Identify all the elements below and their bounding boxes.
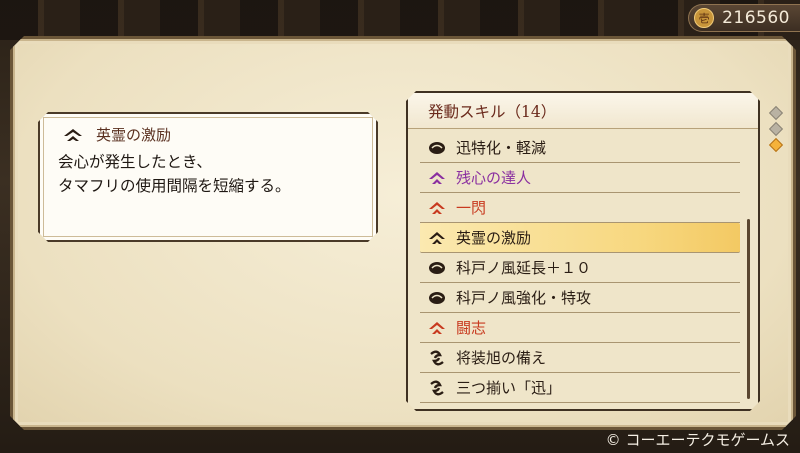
skill-list-item[interactable]: 科戸ノ風強化・特攻 — [420, 283, 740, 313]
skill-list-item-label: 闘志 — [456, 319, 487, 337]
background-wall — [0, 0, 800, 40]
skill-list-item-label: 科戸ノ風強化・特攻 — [456, 289, 592, 307]
skill-list-item-label: 英霊の激励 — [456, 229, 532, 247]
money-amount: 216560 — [722, 8, 790, 28]
skill-list-item[interactable]: 一閃 — [420, 193, 740, 223]
page-dot-active — [768, 137, 784, 153]
chevron-skill-icon — [62, 127, 84, 143]
skill-description-title: 英霊の激励 — [62, 124, 171, 145]
skill-list-item[interactable]: 英霊の激励 — [420, 223, 740, 253]
page-dot — [768, 105, 784, 121]
chevron-skill-icon — [428, 200, 456, 216]
skill-list-item[interactable]: 残心の達人 — [420, 163, 740, 193]
skill-list-item-label: 残心の達人 — [456, 169, 532, 187]
chevron-skill-icon — [428, 320, 456, 336]
coin-icon: 壱 — [694, 8, 715, 28]
magatama-icon — [428, 260, 456, 276]
scrollbar[interactable] — [747, 219, 750, 399]
skill-list-item-label: 一閃 — [456, 199, 487, 217]
skill-description-box: 英霊の激励 会心が発生したとき、 タマフリの使用間隔を短縮する。 — [38, 112, 378, 242]
magatama-icon — [428, 140, 456, 156]
chevron-skill-icon — [428, 230, 456, 246]
skill-list-item[interactable]: 闘志 — [420, 313, 740, 343]
skill-list-item[interactable]: 科戸ノ風延長＋１０ — [420, 253, 740, 283]
page-dot — [768, 121, 784, 137]
skill-list-header: 発動スキル（14） — [408, 93, 758, 129]
skill-list-item-label: 迅特化・軽減 — [456, 139, 547, 157]
skill-list-item[interactable]: 迅特化・軽減 — [420, 133, 740, 163]
copyright-text: © コーエーテクモゲームス — [605, 431, 790, 449]
skill-description-name: 英霊の激励 — [96, 126, 172, 144]
money-display: 壱 216560 — [688, 4, 800, 32]
skill-list-item[interactable]: 将装旭の備え — [420, 343, 740, 373]
skill-description-text: 会心が発生したとき、 タマフリの使用間隔を短縮する。 — [58, 153, 291, 195]
swirl-icon — [428, 350, 456, 366]
skill-list-item-label: 三つ揃い「迅」 — [456, 379, 562, 397]
swirl-icon — [428, 380, 456, 396]
magatama-icon — [428, 290, 456, 306]
skill-list: 迅特化・軽減 残心の達人一閃英霊の激励科戸ノ風延長＋１０ 科戸ノ風強化・特攻 闘志将装… — [420, 133, 740, 403]
page-indicator — [768, 104, 784, 156]
skill-list-item-label: 将装旭の備え — [456, 349, 547, 367]
skill-list-item-label: 科戸ノ風延長＋１０ — [456, 259, 592, 277]
skill-list-item[interactable]: 三つ揃い「迅」 — [420, 373, 740, 403]
skill-list-panel: 発動スキル（14） 迅特化・軽減 残心の達人一閃英霊の激励科戸ノ風延長＋１０ 科戸ノ… — [406, 91, 760, 411]
chevron-skill-icon — [428, 170, 456, 186]
